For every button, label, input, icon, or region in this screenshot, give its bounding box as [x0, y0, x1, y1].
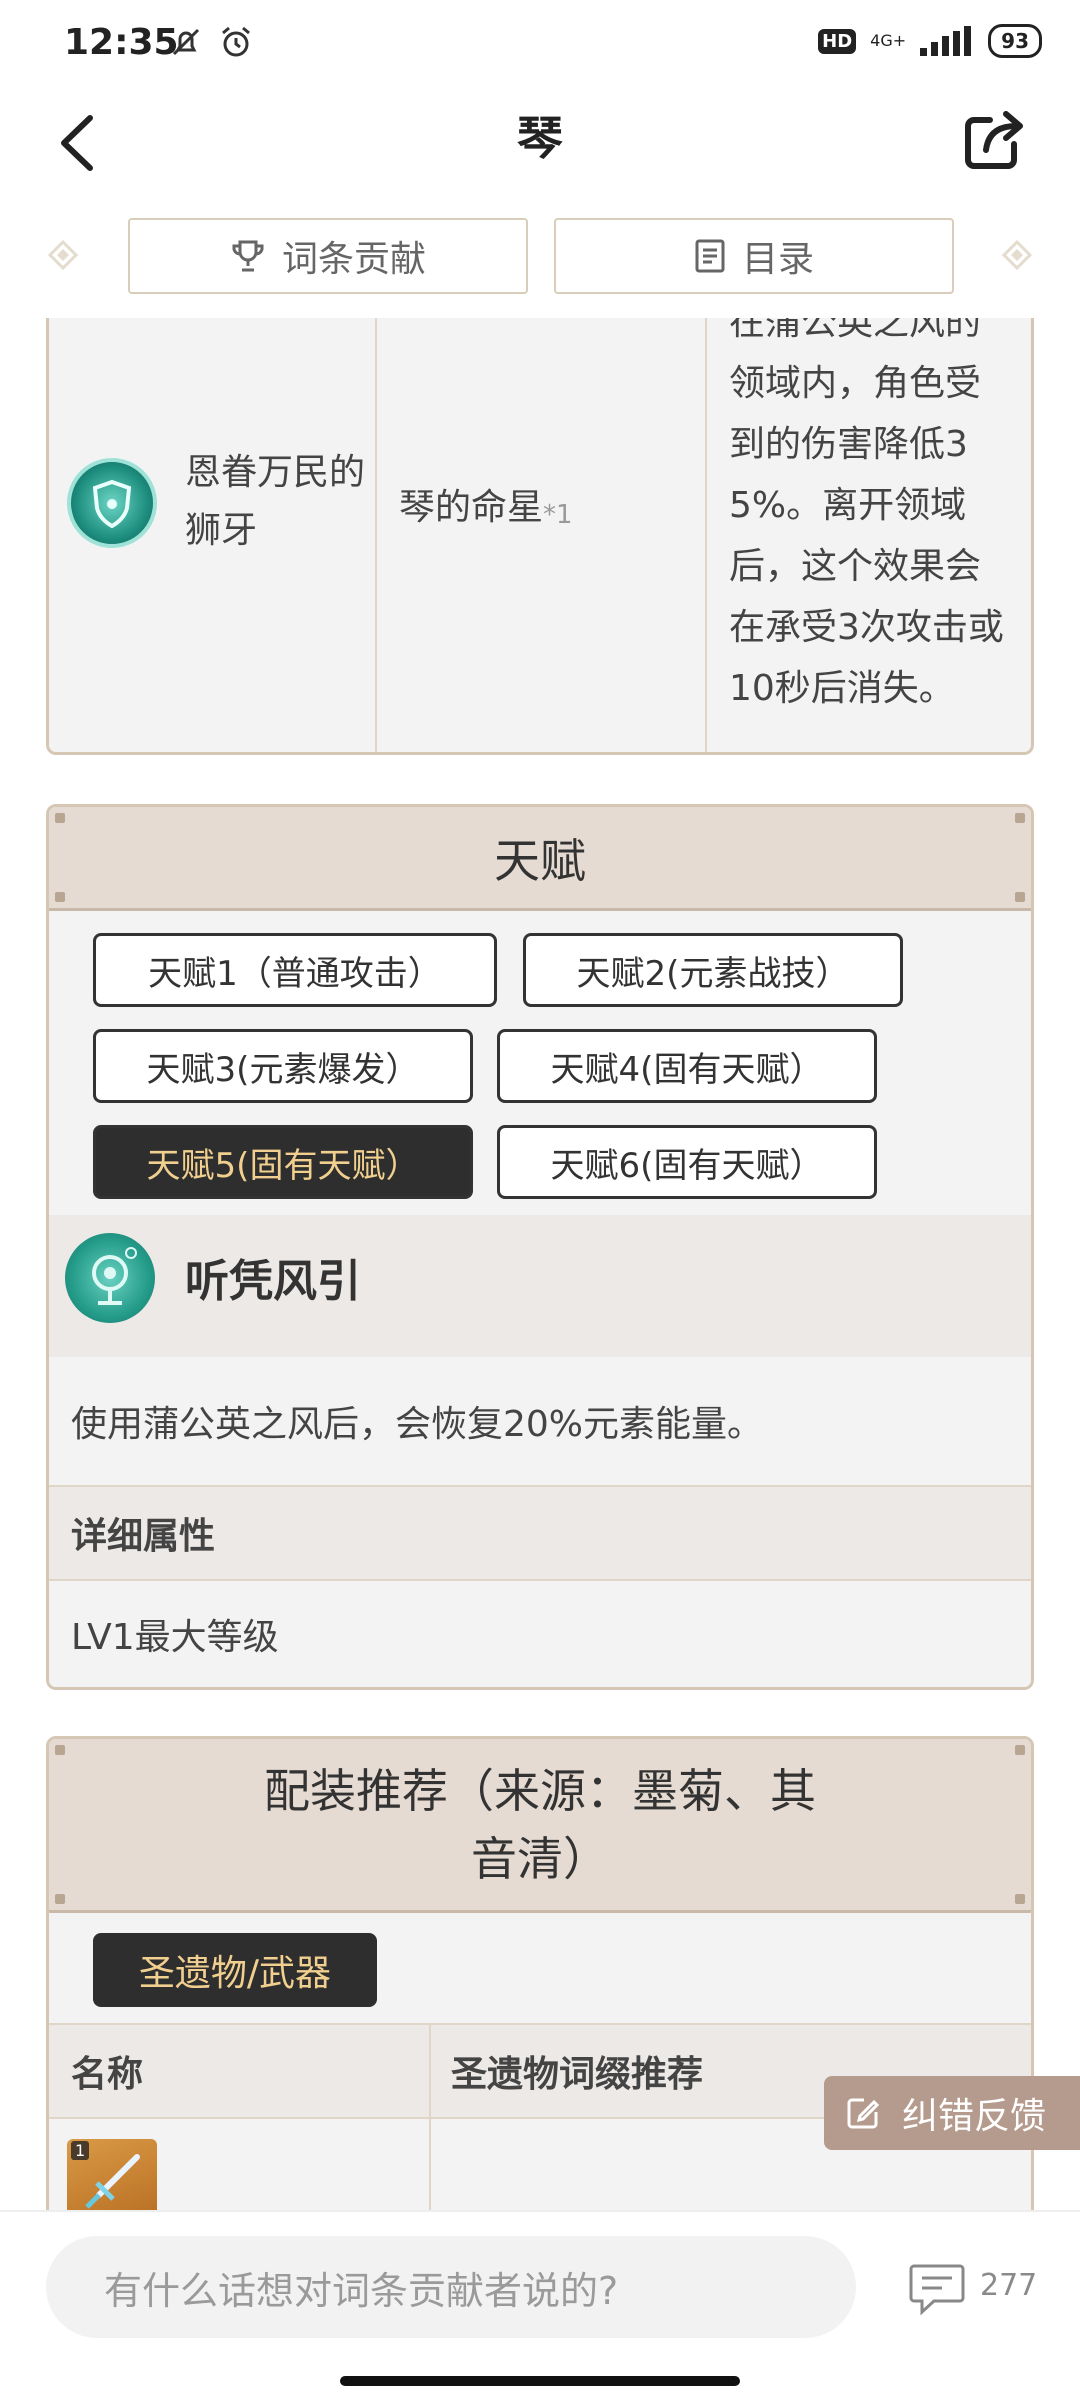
constellation-table: 恩眷万民的狮牙 琴的命星*1 在蒲公英之风的领域内，角色受到的伤害降低35%。离… — [46, 318, 1034, 755]
corner-dot — [1015, 892, 1025, 902]
talents-header: 天赋 — [49, 807, 1031, 911]
equipment-title-line2: 音清） — [471, 1831, 609, 1886]
talent-button-5[interactable]: 天赋5(固有天赋） — [93, 1125, 473, 1199]
constellation-source-note: *1 — [543, 500, 573, 530]
content-scroll-area[interactable]: 恩眷万民的狮牙 琴的命星*1 在蒲公英之风的领域内，角色受到的伤害降低35%。离… — [0, 318, 1080, 2210]
comment-placeholder: 有什么话想对词条贡献者说的? — [104, 2268, 619, 2313]
constellation-description: 在蒲公英之风的领域内，角色受到的伤害降低35%。离开领域后，这个效果会在承受3次… — [729, 318, 1004, 709]
shield-icon — [92, 479, 132, 529]
bottom-bar: 有什么话想对词条贡献者说的? 277 — [0, 2210, 1080, 2400]
talents-title: 天赋 — [494, 833, 586, 888]
trophy-icon — [232, 240, 264, 272]
talent-button-3[interactable]: 天赋3(元素爆发） — [93, 1029, 473, 1103]
corner-dot — [55, 1894, 65, 1904]
signal-icon — [920, 26, 972, 56]
page: 12:35 HD 4G+ 93 琴 词条贡献 目录 恩眷万民的狮牙 琴的命星*1… — [0, 0, 1080, 2400]
level-label: LV1最大等级 — [71, 1617, 279, 1658]
corner-dot — [1015, 813, 1025, 823]
share-icon[interactable] — [964, 104, 1030, 170]
talent-button-1[interactable]: 天赋1（普通攻击） — [93, 933, 497, 1007]
battery-indicator: 93 — [988, 24, 1042, 58]
equipment-header: 配装推荐（来源：墨菊、其 音清） — [49, 1739, 1031, 1913]
column-header-artifact: 圣遗物词缀推荐 — [451, 2054, 704, 2095]
document-icon — [695, 239, 725, 273]
diamond-decoration-icon — [1002, 240, 1032, 270]
constellation-source[interactable]: 琴的命星*1 — [399, 478, 573, 530]
status-time: 12:35 — [64, 22, 179, 63]
feedback-button[interactable]: 纠错反馈 — [824, 2076, 1080, 2150]
detail-label: 详细属性 — [71, 1516, 216, 1557]
equipment-title-line1: 配装推荐（来源：墨菊、其 — [264, 1763, 816, 1818]
weapon-icon[interactable]: 1 — [67, 2139, 157, 2210]
status-right-icons: HD 4G+ 93 — [818, 24, 1042, 58]
comment-count[interactable]: 277 — [980, 2268, 1037, 2303]
constellation-source-text: 琴的命星 — [399, 487, 544, 528]
talents-panel: 天赋 天赋1（普通攻击） 天赋2(元素战技） 天赋3(元素爆发） 天赋4(固有天… — [46, 804, 1034, 1690]
talent-name: 听凭风引 — [185, 1256, 361, 1307]
table-row: 恩眷万民的狮牙 琴的命星*1 在蒲公英之风的领域内，角色受到的伤害降低35%。离… — [49, 318, 1031, 752]
corner-dot — [1015, 1745, 1025, 1755]
corner-dot — [55, 892, 65, 902]
comment-icon[interactable] — [908, 2262, 966, 2316]
page-title: 琴 — [517, 111, 563, 165]
comment-input[interactable]: 有什么话想对词条贡献者说的? — [46, 2236, 856, 2338]
alarm-icon — [222, 26, 250, 57]
edit-icon — [847, 2098, 880, 2129]
status-left-icons — [168, 24, 254, 60]
tab-contribute-label: 词条贡献 — [281, 239, 426, 280]
corner-dot — [1015, 1894, 1025, 1904]
home-indicator[interactable] — [340, 2376, 740, 2386]
corner-dot — [55, 1745, 65, 1755]
wind-icon — [92, 1247, 137, 1305]
column-header-name: 名称 — [71, 2054, 144, 2095]
app-header: 琴 — [0, 88, 1080, 208]
status-bar: 12:35 HD 4G+ 93 — [0, 0, 1080, 88]
tab-catalog[interactable]: 目录 — [554, 218, 954, 294]
talent-description: 使用蒲公英之风后，会恢复20%元素能量。 — [49, 1357, 1031, 1485]
talent-icon — [65, 1233, 155, 1323]
sword-icon — [85, 2154, 140, 2209]
column-divider — [705, 318, 707, 752]
selected-talent-bar: 听凭风引 — [49, 1215, 1031, 1357]
hd-badge: HD — [818, 28, 857, 54]
talent-button-2[interactable]: 天赋2(元素战技） — [523, 933, 903, 1007]
tab-catalog-label: 目录 — [741, 239, 814, 280]
level-row: LV1最大等级 — [49, 1581, 1031, 1687]
constellation-name: 恩眷万民的狮牙 — [185, 452, 366, 551]
network-label: 4G+ — [870, 31, 907, 50]
talent-description-text: 使用蒲公英之风后，会恢复20%元素能量。 — [71, 1404, 764, 1445]
talent-button-4[interactable]: 天赋4(固有天赋） — [497, 1029, 877, 1103]
diamond-decoration-icon — [48, 240, 78, 270]
corner-dot — [55, 813, 65, 823]
category-button[interactable]: 圣遗物/武器 — [93, 1933, 377, 2007]
feedback-label: 纠错反馈 — [902, 2096, 1047, 2137]
tab-row: 词条贡献 目录 — [0, 214, 1080, 298]
talent-button-6[interactable]: 天赋6(固有天赋） — [497, 1125, 877, 1199]
mute-bell-icon — [172, 28, 200, 56]
constellation-icon — [67, 458, 157, 548]
detail-header: 详细属性 — [49, 1487, 1031, 1579]
tab-contribute[interactable]: 词条贡献 — [128, 218, 528, 294]
